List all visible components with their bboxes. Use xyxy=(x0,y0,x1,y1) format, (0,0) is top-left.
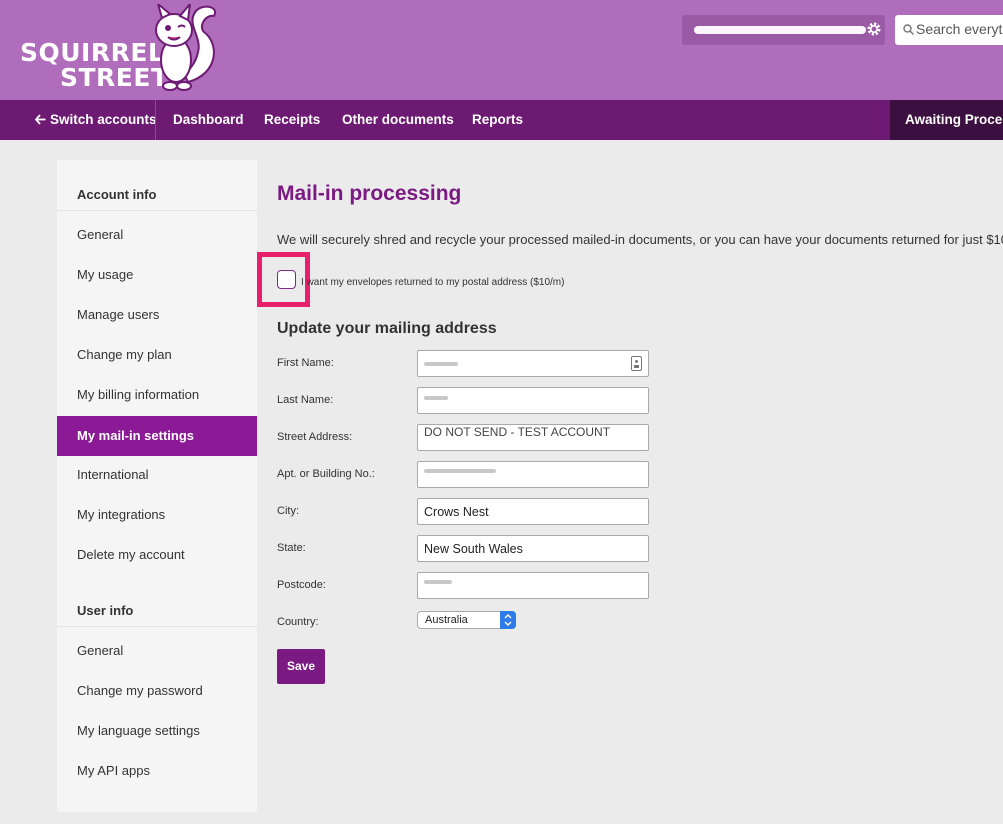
sidebar-heading-account-info: Account info xyxy=(77,187,157,202)
nav-divider xyxy=(155,100,156,140)
postcode-label: Postcode: xyxy=(277,579,326,591)
city-field[interactable]: Crows Nest xyxy=(417,498,649,525)
redacted-value xyxy=(424,580,452,584)
switch-accounts-link[interactable]: Switch accounts xyxy=(34,100,157,140)
return-envelopes-label[interactable]: I want my envelopes returned to my posta… xyxy=(301,277,564,288)
sidebar-divider xyxy=(57,626,257,627)
nav-awaiting-processing[interactable]: Awaiting Processing xyxy=(890,100,1003,140)
sidebar-item-api-apps[interactable]: My API apps xyxy=(57,751,257,791)
first-name-label: First Name: xyxy=(277,357,334,369)
nav-awaiting-label: Awaiting Processing xyxy=(905,112,1003,127)
sidebar-divider xyxy=(57,210,257,211)
sidebar-item-integrations[interactable]: My integrations xyxy=(57,495,257,535)
nav-reports[interactable]: Reports xyxy=(472,100,523,140)
redacted-value xyxy=(424,362,458,366)
settings-sidebar: Account info General My usage Manage use… xyxy=(57,160,257,812)
sidebar-item-change-password[interactable]: Change my password xyxy=(57,671,257,711)
sidebar-item-mail-in-settings[interactable]: My mail-in settings xyxy=(57,416,257,456)
apt-building-label: Apt. or Building No.: xyxy=(277,468,375,480)
account-name-redacted xyxy=(694,26,866,34)
sidebar-item-international[interactable]: International xyxy=(57,455,257,495)
country-select[interactable]: Australia xyxy=(417,611,516,629)
squirrel-mascot-icon xyxy=(155,4,217,91)
search-placeholder: Search everything xyxy=(916,21,1003,37)
redacted-value xyxy=(424,469,496,473)
state-field[interactable]: New South Wales xyxy=(417,535,649,562)
header: SQUIRREL STREET Search everything xyxy=(0,0,1003,100)
save-button[interactable]: Save xyxy=(277,649,325,684)
nav-other-documents[interactable]: Other documents xyxy=(342,100,454,140)
street-address-field[interactable]: DO NOT SEND - TEST ACCOUNT xyxy=(417,424,649,451)
sidebar-item-general[interactable]: General xyxy=(57,215,257,255)
search-input[interactable]: Search everything xyxy=(895,15,1003,45)
sidebar-item-billing[interactable]: My billing information xyxy=(57,375,257,415)
first-name-field[interactable] xyxy=(417,350,649,377)
street-address-value: DO NOT SEND - TEST ACCOUNT xyxy=(424,425,611,439)
country-label: Country: xyxy=(277,616,319,628)
arrow-left-icon xyxy=(34,114,46,125)
account-switcher[interactable] xyxy=(682,15,885,45)
sidebar-heading-user-info: User info xyxy=(77,603,134,618)
page-title: Mail-in processing xyxy=(277,182,462,205)
state-label: State: xyxy=(277,542,306,554)
sidebar-item-delete-account[interactable]: Delete my account xyxy=(57,535,257,575)
return-envelopes-checkbox[interactable] xyxy=(277,270,296,289)
last-name-field[interactable] xyxy=(417,387,649,414)
street-address-label: Street Address: xyxy=(277,431,353,443)
nav-dashboard[interactable]: Dashboard xyxy=(173,100,244,140)
mail-in-description: We will securely shred and recycle your … xyxy=(277,232,1003,247)
mailing-address-heading: Update your mailing address xyxy=(277,320,497,337)
nav-receipts[interactable]: Receipts xyxy=(264,100,320,140)
squirrel-street-logo[interactable]: SQUIRREL STREET xyxy=(18,4,228,94)
last-name-label: Last Name: xyxy=(277,394,334,406)
sidebar-item-manage-users[interactable]: Manage users xyxy=(57,295,257,335)
switch-accounts-label: Switch accounts xyxy=(50,112,157,127)
sidebar-item-my-usage[interactable]: My usage xyxy=(57,255,257,295)
sidebar-item-change-plan[interactable]: Change my plan xyxy=(57,335,257,375)
country-selected-value: Australia xyxy=(425,614,468,626)
search-icon xyxy=(903,24,915,36)
postcode-field[interactable] xyxy=(417,572,649,599)
select-updown-icon xyxy=(500,611,516,629)
contact-card-icon[interactable] xyxy=(631,356,642,371)
sidebar-item-language-settings[interactable]: My language settings xyxy=(57,711,257,751)
city-label: City: xyxy=(277,505,299,517)
sidebar-item-user-general[interactable]: General xyxy=(57,631,257,671)
redacted-value xyxy=(424,396,448,400)
apt-building-field[interactable] xyxy=(417,461,649,488)
gear-icon[interactable] xyxy=(866,21,882,37)
top-nav: Switch accounts Dashboard Receipts Other… xyxy=(0,100,1003,140)
